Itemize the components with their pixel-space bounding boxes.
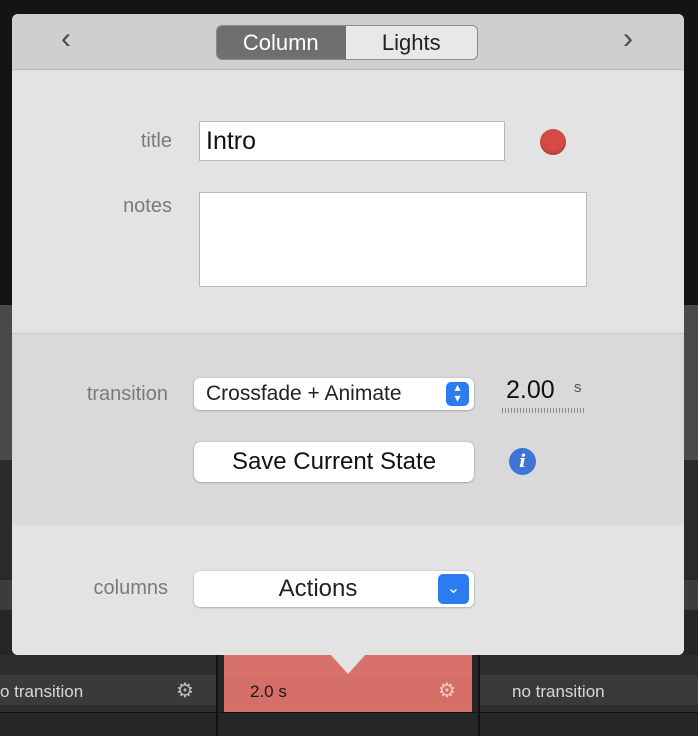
info-icon[interactable]: i (509, 448, 536, 475)
transition-select-value: Crossfade + Animate (206, 382, 402, 405)
cell-transition-label: no transition (512, 682, 605, 701)
title-label: title (140, 130, 172, 152)
transition-label: transition (86, 383, 168, 405)
popover-arrow (330, 654, 366, 674)
column-inspector-popover: ‹ Column Lights › title notes transition… (12, 14, 684, 655)
duration-value[interactable]: 2.00 (506, 376, 555, 405)
column-divider (216, 655, 218, 736)
transition-select[interactable]: Crossfade + Animate ▴ ▾ (194, 378, 474, 410)
notes-label: notes (123, 195, 172, 217)
cell-duration-label: 2.0 s (250, 682, 287, 701)
tab-lights[interactable]: Lights (346, 26, 478, 59)
columns-select[interactable]: Actions ⌄ (194, 571, 474, 607)
chevron-down-icon: ⌄ (438, 574, 469, 604)
title-input[interactable] (199, 121, 505, 161)
chevron-left-icon[interactable]: ‹ (51, 24, 81, 56)
gear-icon[interactable]: ⚙ (176, 681, 194, 701)
notes-textarea[interactable] (199, 192, 587, 287)
inspector-tab-control: Column Lights (216, 25, 478, 60)
transition-section (12, 333, 684, 526)
column-divider (478, 655, 480, 736)
columns-select-value: Actions (278, 575, 358, 602)
duration-unit: s (574, 379, 582, 396)
column-cell-left[interactable]: o transition ⚙ (0, 655, 216, 713)
tab-column[interactable]: Column (217, 26, 346, 59)
columns-label: columns (93, 577, 168, 599)
chevron-right-icon[interactable]: › (613, 24, 643, 56)
row-divider (0, 712, 698, 713)
popover-toolbar: ‹ Column Lights › (12, 14, 684, 70)
color-picker-dot[interactable] (540, 129, 566, 155)
column-cell-right[interactable]: no transition (480, 655, 698, 713)
up-down-chevron-icon: ▴ ▾ (446, 381, 469, 406)
cell-transition-label: o transition (0, 682, 84, 701)
duration-scrub-indicator[interactable] (502, 408, 584, 413)
save-current-state-button[interactable]: Save Current State (194, 442, 474, 482)
gear-icon[interactable]: ⚙ (438, 681, 456, 701)
